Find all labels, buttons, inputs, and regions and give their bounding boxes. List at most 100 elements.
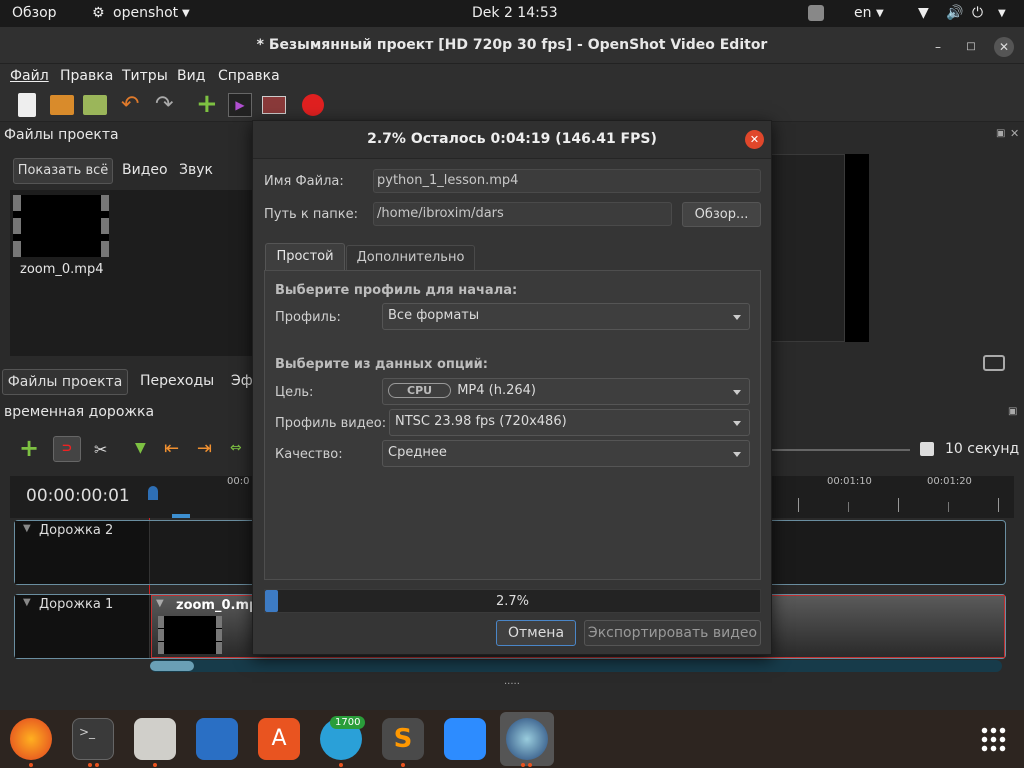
save-project-icon[interactable]	[83, 95, 107, 115]
preview-frame	[770, 154, 845, 342]
menu-view[interactable]: Вид	[177, 68, 205, 84]
filename-input[interactable]: python_1_lesson.mp4	[373, 169, 761, 193]
filter-audio-button[interactable]: Звук	[179, 162, 213, 178]
add-marker-icon[interactable]: ▼	[135, 440, 146, 456]
menu-titles[interactable]: Титры	[122, 68, 168, 84]
telegram-badge: 1700	[330, 716, 366, 729]
close-button[interactable]: ✕	[994, 37, 1014, 57]
panel-header: Файлы проекта	[4, 127, 119, 143]
file-thumbnail[interactable]	[13, 195, 109, 257]
files-icon[interactable]	[134, 718, 176, 760]
menu-edit[interactable]: Правка	[60, 68, 113, 84]
playhead-handle[interactable]	[148, 486, 158, 500]
system-top-bar: Обзор ⚙ openshot ▼ Dek 2 14:53 en ▼ ▼ 🔊 …	[0, 0, 1024, 27]
close-dialog-button[interactable]: ✕	[745, 130, 764, 149]
undock-icon[interactable]: ▣	[1008, 406, 1017, 417]
chevron-down-icon[interactable]: ▼	[998, 8, 1006, 19]
menu-help[interactable]: Справка	[218, 68, 280, 84]
clock[interactable]: Dek 2 14:53	[472, 5, 558, 21]
zoom-icon[interactable]	[444, 718, 486, 760]
browse-button[interactable]: Обзор...	[682, 202, 761, 227]
language-indicator[interactable]: en	[854, 5, 872, 21]
menu-file[interactable]: Файл	[10, 68, 49, 84]
terminal-icon[interactable]: >_	[72, 718, 114, 760]
clip-name: zoom_0.mp	[176, 598, 259, 613]
chevron-down-icon: ▼	[876, 8, 884, 19]
clip-menu-icon[interactable]: ▼	[156, 598, 164, 609]
profile-value: Все форматы	[388, 308, 480, 323]
zoom-slider-handle[interactable]	[920, 442, 934, 456]
new-project-icon[interactable]	[18, 93, 36, 117]
minimize-button[interactable]: –	[928, 37, 948, 57]
tab-effects[interactable]: Эф	[231, 373, 253, 389]
tab-project-files[interactable]: Файлы проекта	[2, 369, 128, 395]
video-profile-select[interactable]: NTSC 23.98 fps (720x486)	[389, 409, 750, 436]
openshot-app-icon: ⚙	[92, 5, 105, 21]
undock-icon[interactable]: ▣	[996, 128, 1005, 139]
snap-icon[interactable]: ⊃	[53, 436, 81, 462]
quality-select[interactable]: Среднее	[382, 440, 750, 467]
zoom-slider-track[interactable]	[772, 449, 910, 451]
chevron-down-icon	[733, 315, 741, 320]
target-label: Цель:	[275, 385, 314, 400]
tab-simple[interactable]: Простой	[265, 243, 345, 271]
tab-advanced[interactable]: Дополнительно	[346, 245, 475, 271]
wifi-icon[interactable]: ▼	[918, 5, 929, 21]
profile-select[interactable]: Все форматы	[382, 303, 750, 330]
open-project-icon[interactable]	[50, 95, 74, 115]
track-header: ▼ Дорожка 1	[15, 595, 150, 658]
record-icon[interactable]	[302, 94, 324, 116]
filter-video-button[interactable]: Видео	[122, 162, 168, 178]
notification-icon[interactable]	[808, 5, 824, 21]
openshot-icon[interactable]	[506, 718, 548, 760]
ruler-tick	[848, 502, 849, 512]
software-icon[interactable]: A	[258, 718, 300, 760]
redo-icon[interactable]: ↷	[155, 93, 179, 117]
activities-button[interactable]: Обзор	[12, 5, 57, 21]
filename-label: Имя Файла:	[264, 174, 344, 189]
sublime-icon[interactable]: S	[382, 718, 424, 760]
razor-icon[interactable]: ✂	[94, 440, 107, 459]
center-playhead-icon[interactable]: ⇔	[230, 440, 242, 456]
volume-icon[interactable]: 🔊	[946, 5, 963, 21]
writer-icon[interactable]	[196, 718, 238, 760]
import-files-icon[interactable]: +	[196, 91, 220, 117]
running-indicator	[339, 763, 343, 767]
export-video-button[interactable]: Экспортировать видео	[584, 620, 761, 646]
filter-show-all-button[interactable]: Показать всё	[13, 158, 113, 184]
tab-transitions[interactable]: Переходы	[140, 373, 214, 389]
tab-panel: Выберите профиль для начала: Профиль: Вс…	[264, 270, 761, 580]
timecode: 00:00:00:01	[26, 486, 130, 506]
camera-icon[interactable]	[983, 355, 1005, 371]
preview-icon[interactable]: ▶	[228, 93, 252, 117]
marker[interactable]	[172, 514, 190, 518]
power-icon[interactable]: ⏻	[972, 5, 983, 21]
cancel-button[interactable]: Отмена	[496, 620, 576, 646]
next-marker-icon[interactable]: ⇥	[197, 438, 212, 459]
collapse-icon[interactable]: ▼	[23, 523, 31, 534]
show-apps-icon[interactable]	[980, 726, 1006, 752]
main-toolbar: ↶ ↷ + ▶	[0, 88, 1024, 122]
app-menu[interactable]: openshot	[113, 5, 178, 21]
undo-icon[interactable]: ↶	[121, 93, 145, 117]
timecode-box: 00:00:00:01	[10, 476, 150, 518]
export-film-icon[interactable]	[262, 96, 286, 114]
maximize-button[interactable]: □	[961, 37, 981, 57]
cpu-badge: CPU	[388, 383, 452, 398]
scrollbar-thumb[interactable]	[150, 661, 194, 671]
ruler-label: 00:0	[227, 476, 250, 487]
folder-input[interactable]: /home/ibroxim/dars	[373, 202, 672, 226]
collapse-icon[interactable]: ▼	[23, 597, 31, 608]
previous-marker-icon[interactable]: ⇤	[164, 438, 179, 459]
clip-thumbnail	[158, 616, 222, 654]
close-panel-icon[interactable]: ✕	[1010, 127, 1019, 140]
target-select[interactable]: CPU MP4 (h.264)	[382, 378, 750, 405]
quality-value: Среднее	[388, 445, 447, 460]
timeline-header: временная дорожка	[4, 404, 155, 420]
add-track-icon[interactable]: +	[19, 436, 39, 460]
file-name[interactable]: zoom_0.mp4	[20, 262, 103, 277]
timeline-scrollbar[interactable]	[150, 660, 1002, 672]
firefox-icon[interactable]	[10, 718, 52, 760]
resize-handle[interactable]: .....	[504, 676, 520, 687]
track-name: Дорожка 1	[39, 597, 114, 612]
